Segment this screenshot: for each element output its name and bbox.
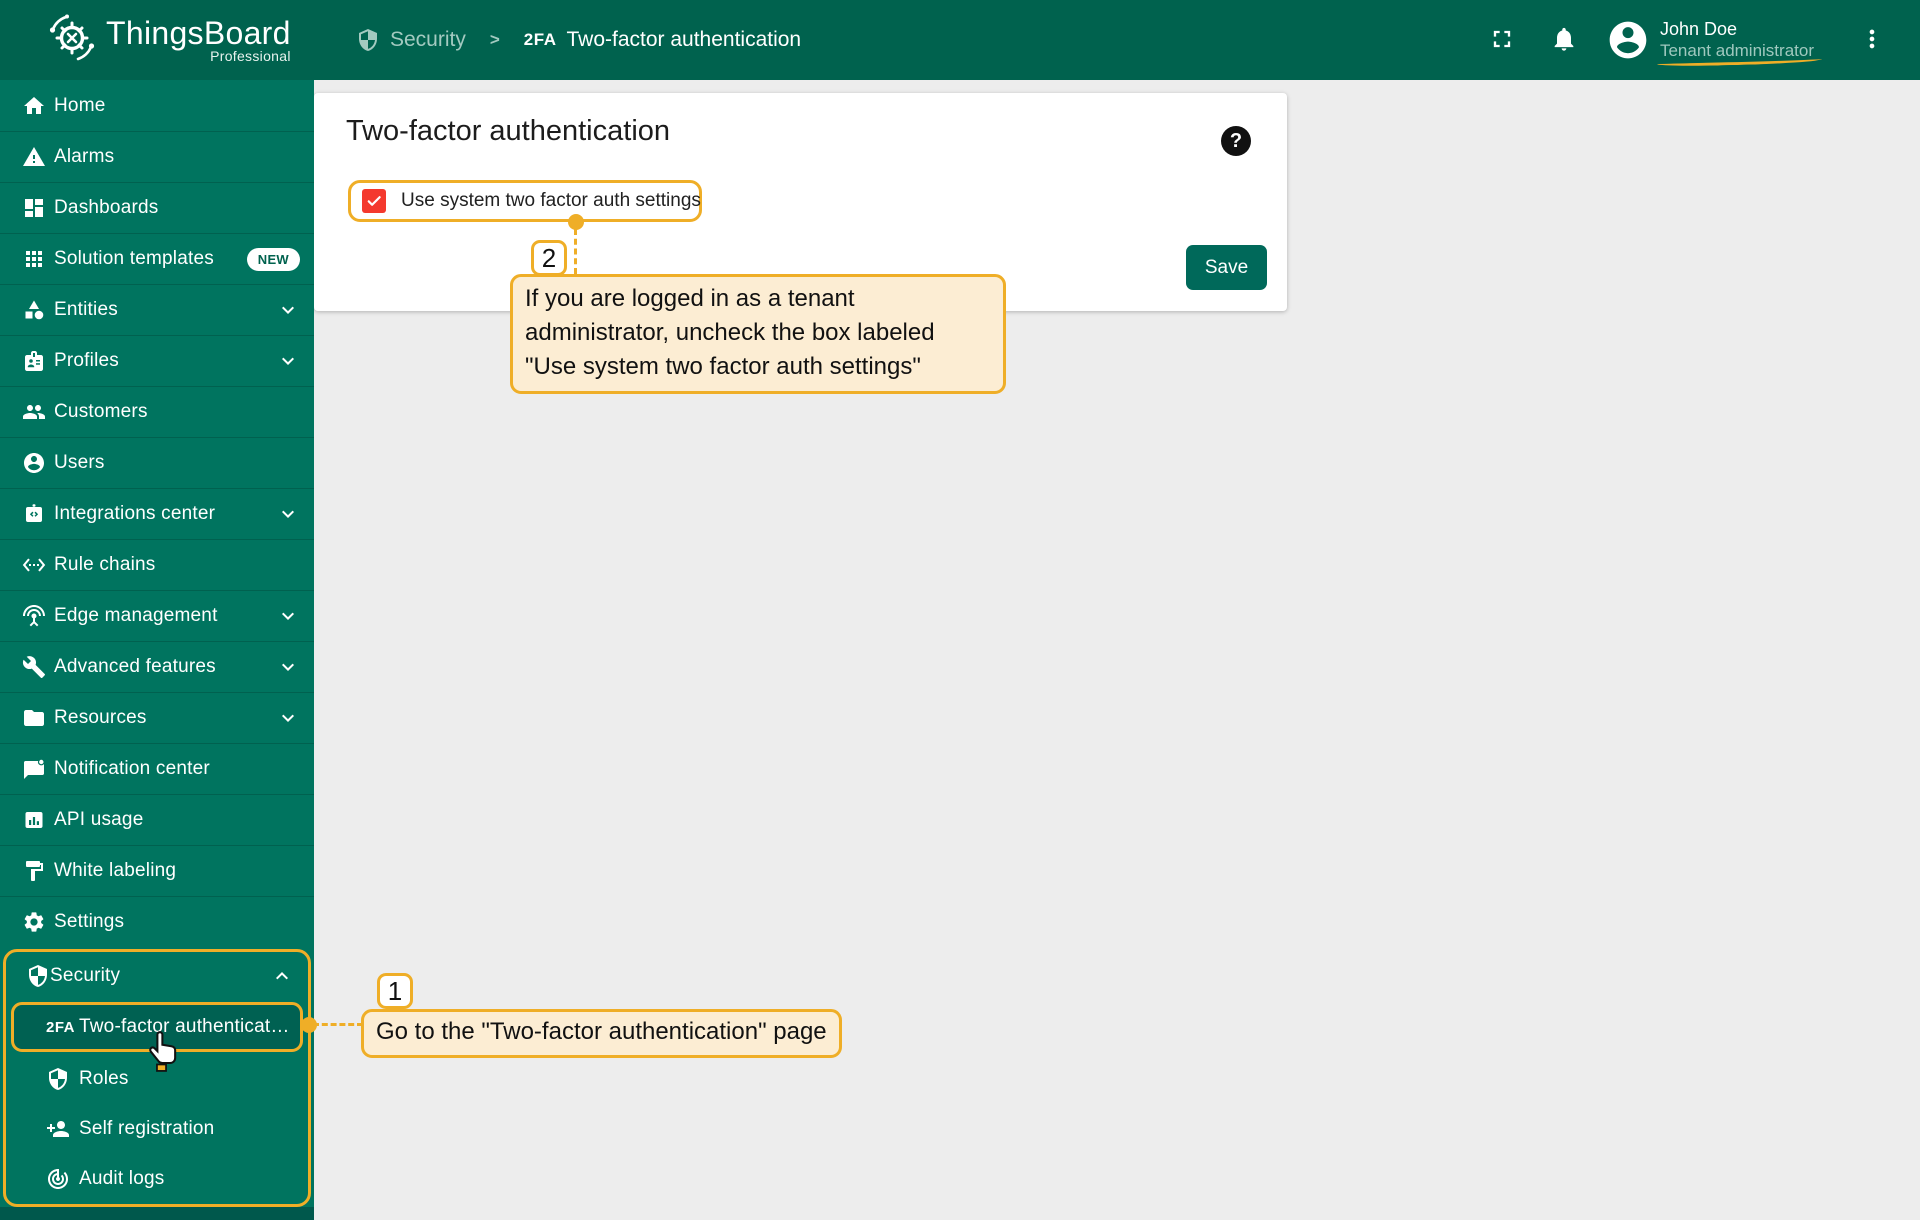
user-menu[interactable]: John Doe Tenant administrator [1656, 18, 1823, 68]
sidebar-item-customers[interactable]: Customers [0, 386, 314, 437]
sidebar-item-rule-chains[interactable]: Rule chains [0, 539, 314, 590]
white-labeling-icon [22, 859, 46, 883]
new-badge: NEW [246, 247, 300, 271]
resources-icon [22, 706, 46, 730]
kebab-icon [1858, 25, 1886, 56]
security-shield-icon [26, 964, 50, 988]
notifications-button[interactable] [1550, 25, 1578, 56]
step2-connector-dot [568, 214, 584, 230]
chevron-down-icon [276, 349, 300, 373]
edge-management-icon [22, 604, 46, 628]
api-usage-icon [22, 808, 46, 832]
fullscreen-icon [1488, 25, 1516, 56]
top-header: ThingsBoard Professional Security > 2FA … [0, 0, 1920, 80]
2fa-icon: 2FA [46, 1018, 76, 1036]
breadcrumb-shield-icon [356, 28, 380, 52]
checkbox-label: Use system two factor auth settings [401, 190, 701, 211]
breadcrumb: Security > 2FA Two-factor authentication [356, 28, 801, 52]
entities-icon [22, 298, 46, 322]
chevron-up-icon [270, 964, 294, 988]
self-registration-icon [46, 1117, 70, 1141]
sidebar-item-dashboards[interactable]: Dashboards [0, 182, 314, 233]
sidebar-item-api-usage[interactable]: API usage [0, 794, 314, 845]
audit-logs-icon [46, 1167, 70, 1191]
home-icon [22, 94, 46, 118]
chevron-down-icon [276, 655, 300, 679]
help-button[interactable]: ? [1221, 126, 1251, 156]
user-name: John Doe [1659, 19, 1738, 39]
step2-connector-line [574, 229, 577, 274]
sidebar-item-security[interactable]: Security [6, 952, 308, 1000]
notification-center-icon [22, 757, 46, 781]
checkbox-annotation-outline: Use system two factor auth settings [348, 180, 702, 222]
fullscreen-button[interactable] [1488, 25, 1516, 56]
question-mark-icon: ? [1229, 130, 1243, 152]
thingsboard-app: ThingsBoard Professional Security > 2FA … [0, 0, 1920, 1220]
bell-icon [1550, 25, 1578, 56]
step1-callout: Go to the "Two-factor authentication" pa… [361, 1009, 842, 1058]
logo-subtitle: Professional [210, 48, 291, 64]
save-button[interactable]: Save [1186, 245, 1267, 290]
more-menu-button[interactable] [1858, 25, 1886, 56]
header-actions: John Doe Tenant administrator [1488, 18, 1920, 68]
sidebar-item-settings[interactable]: Settings [0, 896, 314, 947]
integrations-center-icon [22, 502, 46, 526]
customers-icon [22, 400, 46, 424]
breadcrumb-page: Two-factor authentication [566, 28, 802, 51]
page-title: Two-factor authentication [346, 115, 671, 147]
chevron-down-icon [276, 706, 300, 730]
step1-badge: 1 [377, 973, 413, 1009]
breadcrumb-separator: > [489, 30, 500, 49]
user-role: Tenant administrator [1656, 40, 1823, 68]
sidebar-item-advanced-features[interactable]: Advanced features [0, 641, 314, 692]
sidebar-item-audit-logs[interactable]: Audit logs [6, 1154, 308, 1204]
settings-gear-icon [22, 910, 46, 934]
logo-title: ThingsBoard [106, 15, 291, 51]
thingsboard-logo-icon [46, 12, 98, 69]
sidebar-item-users[interactable]: Users [0, 437, 314, 488]
dashboards-icon [22, 196, 46, 220]
alarms-icon [22, 145, 46, 169]
step2-badge: 2 [531, 240, 567, 276]
sidebar-item-alarms[interactable]: Alarms [0, 131, 314, 182]
sidebar-item-profiles[interactable]: Profiles [0, 335, 314, 386]
avatar[interactable] [1606, 18, 1650, 62]
chevron-down-icon [276, 502, 300, 526]
step1-connector-line [313, 1023, 363, 1026]
sidebar-item-integrations-center[interactable]: Integrations center [0, 488, 314, 539]
chevron-down-icon [276, 298, 300, 322]
users-icon [22, 451, 46, 475]
breadcrumb-section[interactable]: Security [390, 28, 466, 52]
sidebar-item-white-labeling[interactable]: White labeling [0, 845, 314, 896]
roles-shield-icon [46, 1067, 70, 1091]
logo[interactable]: ThingsBoard Professional [0, 12, 314, 69]
sidebar-item-notification-center[interactable]: Notification center [0, 743, 314, 794]
checkmark-icon [367, 196, 381, 206]
sidebar-item-self-registration[interactable]: Self registration [6, 1104, 308, 1154]
solution-templates-icon [22, 247, 46, 271]
use-system-2fa-checkbox[interactable] [362, 189, 386, 213]
step2-callout: If you are logged in as a tenant adminis… [510, 274, 1006, 394]
sidebar-item-edge-management[interactable]: Edge management [0, 590, 314, 641]
sidebar-item-solution-templates[interactable]: Solution templates NEW [0, 233, 314, 284]
profiles-icon [22, 349, 46, 373]
advanced-features-icon [22, 655, 46, 679]
sidebar-item-resources[interactable]: Resources [0, 692, 314, 743]
sidebar-item-entities[interactable]: Entities [0, 284, 314, 335]
sidebar-item-home[interactable]: Home [0, 80, 314, 131]
chevron-down-icon [276, 604, 300, 628]
rule-chains-icon [22, 553, 46, 577]
mouse-cursor-icon [146, 1030, 182, 1079]
breadcrumb-2fa-icon: 2FA [523, 30, 557, 49]
